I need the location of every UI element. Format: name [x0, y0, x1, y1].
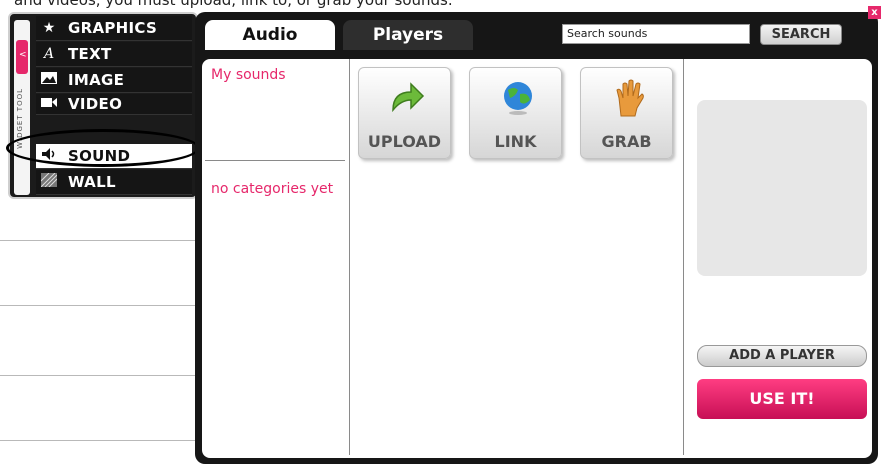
- star-icon: ★: [42, 20, 56, 36]
- tool-item-label: IMAGE: [68, 71, 125, 89]
- tool-item-label: GRAPHICS: [68, 19, 158, 37]
- video-icon: [36, 96, 62, 112]
- green-arrow-icon: [389, 78, 425, 118]
- tool-item-wall[interactable]: WALL: [36, 170, 192, 195]
- link-button[interactable]: LINK: [469, 67, 562, 159]
- tab-audio[interactable]: Audio: [205, 20, 335, 50]
- image-icon: [36, 72, 62, 88]
- grab-label: GRAB: [601, 132, 652, 151]
- instruction-caption: and videos, you must upload, link to, or…: [14, 0, 453, 9]
- collapse-tab[interactable]: <: [16, 40, 28, 74]
- divider: [205, 160, 345, 161]
- categories-text: no categories yet: [211, 181, 334, 197]
- link-label: LINK: [494, 132, 537, 151]
- tool-item-label: TEXT: [68, 45, 112, 63]
- use-it-button[interactable]: USE IT!: [697, 379, 867, 419]
- upload-label: UPLOAD: [367, 132, 442, 151]
- wall-pattern-icon: [36, 172, 62, 191]
- search-button[interactable]: SEARCH: [760, 24, 842, 45]
- upload-button[interactable]: UPLOAD: [358, 67, 451, 159]
- hand-icon: [611, 78, 645, 118]
- tab-players[interactable]: Players: [343, 20, 473, 50]
- widget-tool-panel: < WIDGET TOOL ★ GRAPHICS A TEXT IMAGE VI…: [8, 12, 198, 199]
- grab-button[interactable]: GRAB: [580, 67, 673, 159]
- tool-item-label: VIDEO: [68, 95, 123, 113]
- tool-item-label: WALL: [68, 173, 116, 191]
- tool-item-graphics[interactable]: ★ GRAPHICS: [36, 16, 192, 41]
- search-input[interactable]: Search sounds: [562, 24, 750, 44]
- tool-item-video[interactable]: VIDEO: [36, 94, 192, 115]
- tool-item-image[interactable]: IMAGE: [36, 68, 192, 93]
- sound-highlight-ring: [6, 129, 200, 167]
- tool-item-text[interactable]: A TEXT: [36, 42, 192, 67]
- player-preview: [697, 100, 867, 276]
- text-a-icon: A: [43, 46, 55, 62]
- divider: [349, 59, 350, 455]
- tool-panel-handle[interactable]: < WIDGET TOOL: [14, 20, 30, 195]
- my-sounds-link[interactable]: My sounds: [211, 66, 286, 84]
- globe-icon: [500, 78, 534, 118]
- divider: [683, 59, 684, 455]
- notebook-lines: [0, 190, 200, 467]
- close-icon[interactable]: x: [868, 6, 881, 19]
- add-player-button[interactable]: ADD A PLAYER: [697, 345, 867, 367]
